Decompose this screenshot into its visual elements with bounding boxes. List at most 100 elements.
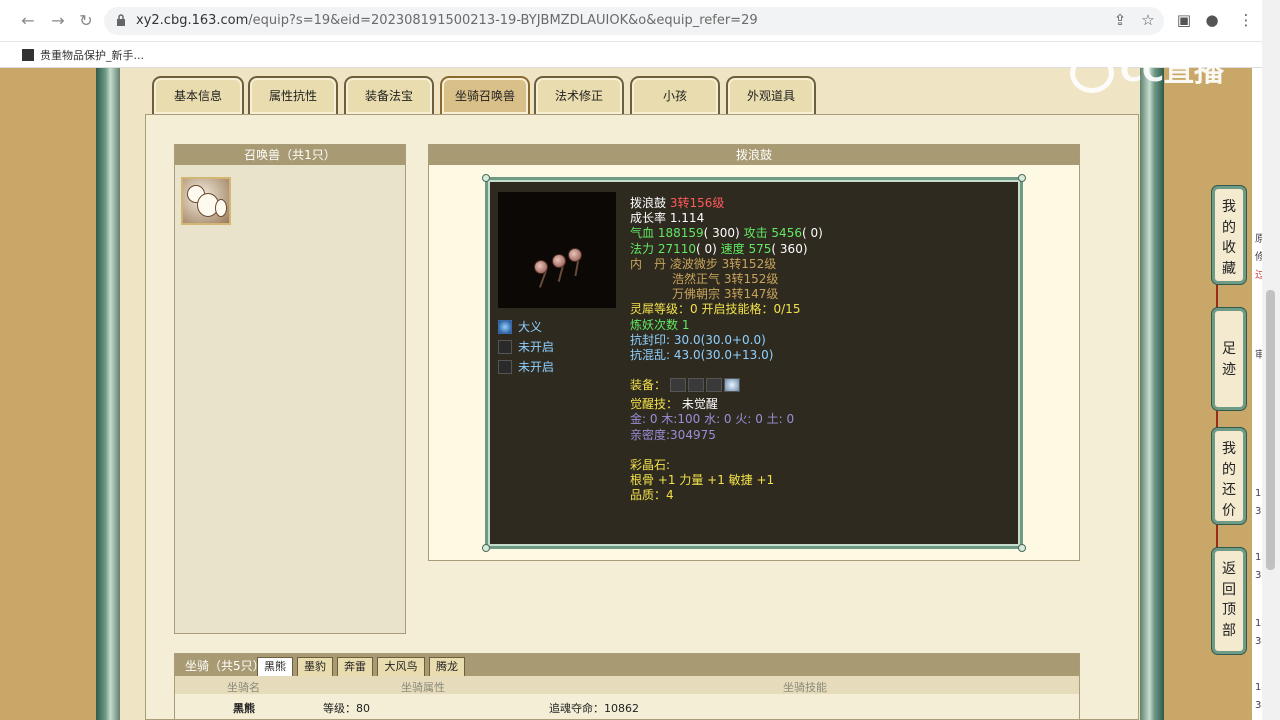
bookmark-favicon-icon [22, 49, 34, 61]
pinzhi-value: 品质：4 [630, 488, 674, 503]
stat-juexing-line: 觉醒技： 未觉醒 [630, 397, 1010, 412]
summon-detail: 拨浪鼓 大义 未开启 未开启 拨浪鼓 3转156级 成长率 1.114 气血 1… [428, 144, 1080, 561]
stat-equip-line: 装备： [630, 378, 1010, 397]
stat-caijing-label-line: 彩晶石: [630, 458, 1010, 473]
mount-tab[interactable]: 墨豹 [297, 657, 333, 676]
mount-tab[interactable]: 奔雷 [337, 657, 373, 676]
card-corner [1018, 544, 1026, 552]
skill-label: 大义 [518, 320, 543, 334]
hp-value: 188159 [657, 226, 704, 241]
stat-name-line: 拨浪鼓 3转156级 [630, 196, 1010, 211]
equip-slot-icon[interactable] [705, 378, 722, 393]
card-corner [482, 174, 490, 182]
stat-growth-line: 成长率 1.114 [630, 211, 1010, 226]
stat-hp-atk-line: 气血 188159( 300) 攻击 5456( 0) [630, 226, 1010, 241]
star-icon[interactable]: ☆ [1138, 10, 1158, 30]
url-host: xy2.cbg.163.com [136, 13, 249, 28]
lingxi-label: 灵犀等级： [630, 302, 691, 317]
side-char: 收 [1222, 240, 1236, 256]
kanghun-value: 43.0(30.0+13.0) [673, 348, 774, 363]
bookmark-item[interactable]: 贵重物品保护_新手... [22, 47, 144, 63]
mount-tab[interactable]: 黑熊 [257, 657, 293, 676]
bookmark-label: 贵重物品保护_新手... [40, 49, 144, 62]
page-background: 基本信息 属性抗性 装备法宝 坐骑召唤兽 法术修正 小孩 外观道具 召唤兽（共1… [0, 68, 1262, 720]
mount-skill: 追魂夺命：10862 [549, 702, 639, 715]
atk-value: 5456 [771, 226, 802, 241]
summon-name: 拨浪鼓 [630, 196, 667, 210]
mount-title: 坐骑（共5只） [185, 659, 265, 673]
scrollbar[interactable] [1262, 0, 1280, 720]
stat-kangfeng-line: 抗封印: 30.0(30.0+0.0) [630, 333, 1010, 348]
watermark-text: CC直播 [1120, 54, 1225, 89]
side-char: 足 [1222, 341, 1236, 357]
skill-item[interactable]: 大义 [498, 318, 542, 335]
summon-stats: 拨浪鼓 3转156级 成长率 1.114 气血 188159( 300) 攻击 … [630, 196, 1010, 503]
reload-icon[interactable]: ↻ [76, 11, 96, 31]
my-favorites-button[interactable]: 我的收藏 [1212, 186, 1246, 284]
tab-attr-resist[interactable]: 属性抗性 [248, 76, 338, 114]
tab-mount-summon[interactable]: 坐骑召唤兽 [440, 76, 530, 114]
lianyao-count: 炼妖次数 1 [630, 317, 690, 332]
back-to-top-button[interactable]: 返回顶部 [1212, 548, 1246, 654]
hp-label: 气血 [630, 226, 655, 241]
forward-icon[interactable]: → [48, 11, 68, 31]
side-char: 我 [1222, 441, 1236, 457]
tab-equip[interactable]: 装备法宝 [344, 76, 434, 114]
left-jade-border [96, 68, 120, 720]
gem-equip-icon[interactable] [723, 378, 740, 393]
locked-skill-icon [498, 340, 512, 354]
tab-basic-info[interactable]: 基本信息 [152, 76, 244, 114]
stat-neidan-line: 内 丹 凌波微步 3转152级 [630, 257, 1010, 272]
stat-caijing-line: 根骨 +1 力量 +1 敏捷 +1 [630, 473, 1010, 488]
scrollbar-thumb[interactable] [1266, 290, 1275, 570]
summon-thumbnail[interactable] [181, 177, 231, 225]
neidan-label: 内 丹 [630, 256, 667, 271]
mp-label: 法力 [630, 241, 655, 256]
card-corner [1018, 174, 1026, 182]
lingxi-value: 0 [690, 302, 698, 317]
sidepanel-icon[interactable]: ▣ [1174, 10, 1194, 30]
qinmi-value: 亲密度:304975 [630, 427, 716, 442]
share-icon[interactable]: ⇪ [1110, 10, 1130, 30]
tab-child[interactable]: 小孩 [630, 76, 720, 114]
profile-icon[interactable]: ● [1202, 10, 1222, 30]
skill-item[interactable]: 未开启 [498, 358, 554, 375]
back-icon[interactable]: ← [18, 11, 38, 31]
mount-tab[interactable]: 大风鸟 [377, 657, 425, 676]
url-path: /equip?s=19&eid=202308191500213-19-BYJBM… [248, 13, 758, 28]
hp-points: ( 300) [703, 226, 740, 241]
summon-level: 3转156级 [669, 196, 725, 210]
content-area: 基本信息 属性抗性 装备法宝 坐骑召唤兽 法术修正 小孩 外观道具 召唤兽（共1… [120, 68, 1140, 720]
spd-label: 速度 [720, 241, 745, 256]
detail-title: 拨浪鼓 [429, 145, 1079, 165]
equip-label: 装备： [630, 378, 667, 393]
footprint-button[interactable]: 足迹 [1212, 308, 1246, 410]
browser-toolbar: ← → ↻ xy2.cbg.163.com/equip?s=19&eid=202… [0, 0, 1262, 42]
skill-label: 未开启 [518, 360, 555, 374]
atk-label: 攻击 [743, 226, 768, 241]
skill-item[interactable]: 未开启 [498, 338, 554, 355]
stat-neidan-line: 万佛朝宗 3转147级 [630, 287, 1010, 302]
side-char: 还 [1222, 482, 1236, 498]
spd-value: 575 [748, 241, 772, 256]
stat-mp-spd-line: 法力 27110( 0) 速度 575( 360) [630, 242, 1010, 257]
tab-appearance[interactable]: 外观道具 [726, 76, 816, 114]
side-char: 我 [1222, 199, 1236, 215]
menu-icon[interactable]: ⋮ [1236, 10, 1256, 30]
wuxing-value: 金: 0 木:100 水: 0 火: 0 土: 0 [630, 412, 795, 427]
equip-slot-icon[interactable] [669, 378, 686, 393]
skill-label: 未开启 [518, 340, 555, 354]
mount-columns: 坐骑名 坐骑属性 坐骑技能 [175, 676, 1079, 694]
tab-spell-fix[interactable]: 法术修正 [534, 76, 624, 114]
caijing-value: 根骨 +1 力量 +1 敏捷 +1 [630, 473, 775, 488]
lock-icon [117, 14, 125, 26]
equip-slot-icon[interactable] [687, 378, 704, 393]
mount-tab[interactable]: 腾龙 [429, 657, 465, 676]
logo-ring-icon [1070, 52, 1114, 93]
my-offer-button[interactable]: 我的还价 [1212, 428, 1246, 524]
kanghun-label: 抗混乱: [630, 348, 671, 363]
stat-lianyao-line: 炼妖次数 1 [630, 318, 1010, 333]
juexing-label: 觉醒技： [630, 397, 679, 412]
address-bar[interactable]: xy2.cbg.163.com/equip?s=19&eid=202308191… [104, 7, 1164, 35]
mount-header: 坐骑（共5只） 黑熊 墨豹 奔雷 大风鸟 腾龙 [175, 654, 1079, 676]
